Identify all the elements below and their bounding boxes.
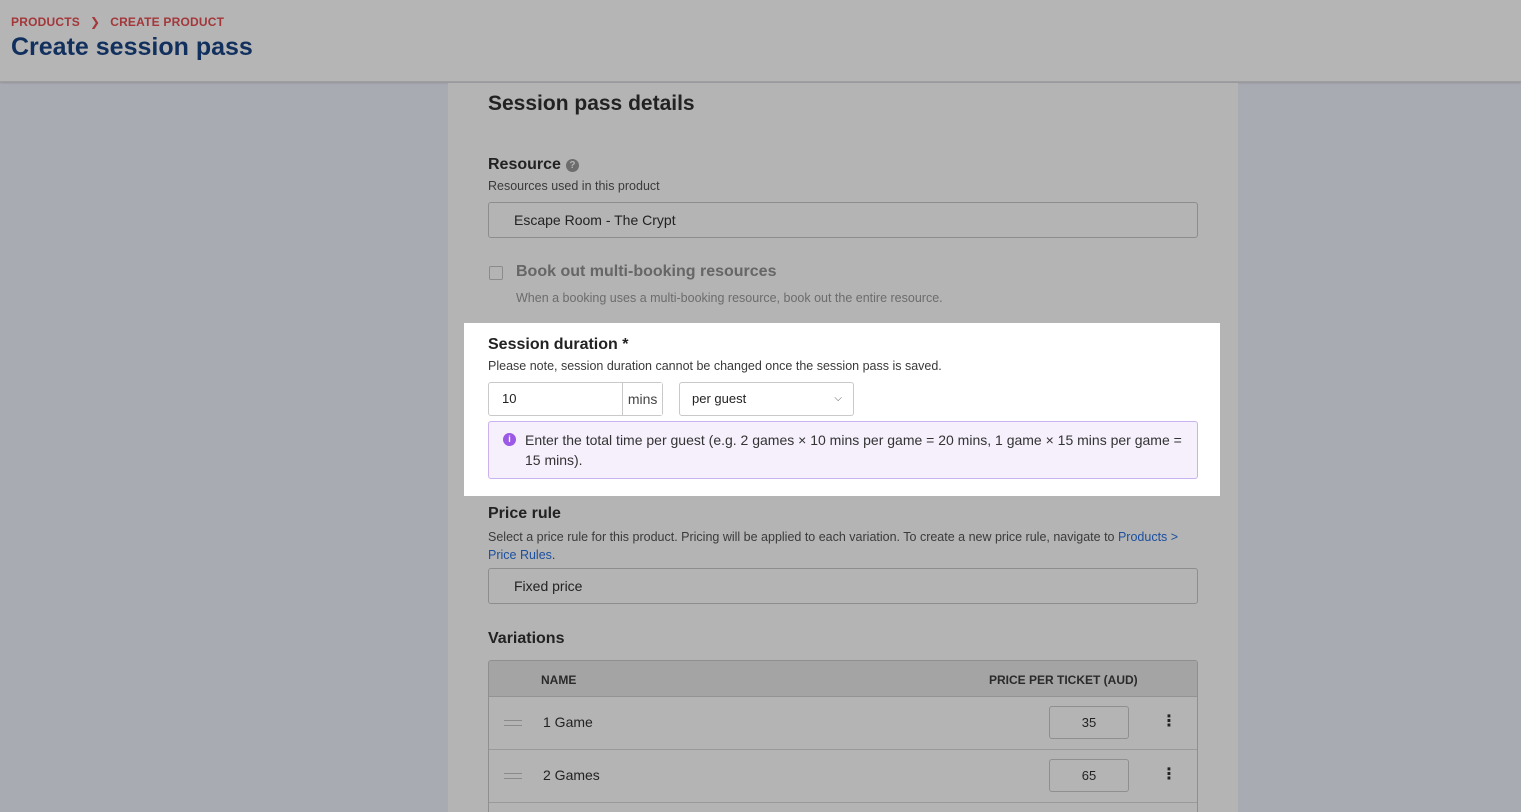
variation-price-input[interactable]: 65	[1049, 759, 1129, 792]
resource-hint: Resources used in this product	[488, 179, 660, 193]
page-title: Create session pass	[11, 33, 253, 61]
variations-label: Variations	[488, 630, 565, 647]
more-options-icon[interactable]: ⋮	[1161, 765, 1177, 785]
per-guest-select[interactable]: per guest ⌵	[679, 382, 854, 416]
resource-label: Resource?	[488, 156, 579, 174]
duration-info-text: Enter the total time per guest (e.g. 2 g…	[525, 432, 1182, 468]
column-price: PRICE PER TICKET (AUD)	[989, 673, 1138, 687]
column-name: NAME	[541, 673, 577, 687]
more-options-icon[interactable]: ⋮	[1161, 712, 1177, 732]
duration-value[interactable]: 10	[489, 383, 622, 415]
session-duration-label: Session duration *	[488, 336, 629, 353]
help-icon[interactable]: ?	[565, 159, 579, 172]
breadcrumb: PRODUCTS ❯ CREATE PRODUCT	[11, 15, 224, 29]
resource-field[interactable]: Escape Room - The Crypt	[488, 202, 1198, 238]
multi-booking-label[interactable]: Book out multi-booking resources	[516, 263, 776, 281]
table-row: 2 Games 65 ⋮	[489, 750, 1197, 803]
products-link[interactable]: Products	[1118, 530, 1167, 544]
multi-booking-hint: When a booking uses a multi-booking reso…	[516, 291, 943, 305]
multi-booking-checkbox[interactable]	[489, 266, 503, 280]
variation-price-input[interactable]: 35	[1049, 706, 1129, 739]
price-rule-hint: Select a price rule for this product. Pr…	[488, 530, 1179, 562]
duration-info-box: i Enter the total time per guest (e.g. 2…	[488, 421, 1198, 479]
variations-table: NAME PRICE PER TICKET (AUD) 1 Game 35 ⋮ …	[488, 660, 1198, 812]
section-title: Session pass details	[488, 92, 695, 115]
page-header: PRODUCTS ❯ CREATE PRODUCT Create session…	[0, 0, 1521, 82]
breadcrumb-products[interactable]: PRODUCTS	[11, 15, 80, 29]
variation-name: 2 Games	[543, 767, 600, 783]
price-rule-label: Price rule	[488, 505, 561, 522]
drag-handle-icon[interactable]	[504, 720, 522, 726]
price-rule-field[interactable]: Fixed price	[488, 568, 1198, 604]
drag-handle-icon[interactable]	[504, 773, 522, 779]
breadcrumb-create-product[interactable]: CREATE PRODUCT	[110, 15, 224, 29]
session-duration-input[interactable]: 10 mins	[488, 382, 663, 416]
per-guest-value: per guest	[692, 391, 747, 406]
info-icon: i	[503, 433, 516, 446]
variations-table-header: NAME PRICE PER TICKET (AUD)	[489, 661, 1197, 697]
session-duration-hint: Please note, session duration cannot be …	[488, 359, 942, 373]
chevron-down-icon: ⌵	[834, 393, 842, 404]
chevron-right-icon: ❯	[89, 15, 101, 29]
variation-name: 1 Game	[543, 714, 593, 730]
duration-unit: mins	[622, 383, 662, 415]
table-row: 1 Game 35 ⋮	[489, 697, 1197, 750]
